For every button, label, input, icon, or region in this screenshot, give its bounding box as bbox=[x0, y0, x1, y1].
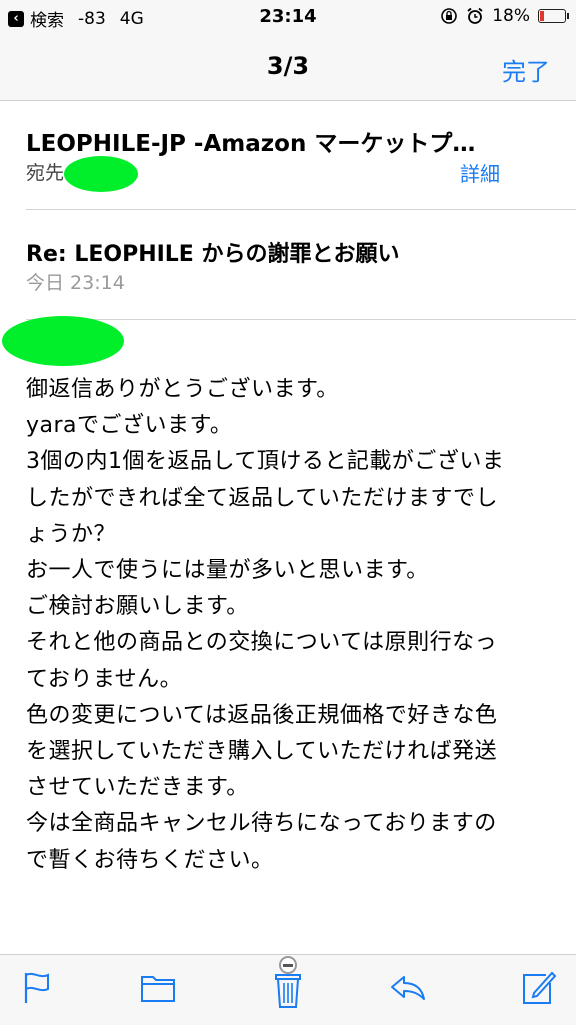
to-label: 宛先 bbox=[26, 162, 65, 184]
body-line: ょうか？ bbox=[26, 521, 117, 547]
body-line: させていただきます。 bbox=[26, 775, 249, 801]
battery-level-fill bbox=[540, 11, 544, 21]
compose-icon[interactable] bbox=[518, 967, 558, 1007]
done-button[interactable]: 完了 bbox=[502, 52, 550, 87]
body-line: で暫くお待ちください。 bbox=[26, 847, 274, 873]
reply-icon[interactable] bbox=[388, 967, 428, 1007]
body-line: を選択していただき購入していただければ発送 bbox=[26, 739, 498, 765]
body-line: ておりません。 bbox=[26, 666, 183, 692]
status-right: 18% bbox=[440, 6, 569, 26]
body-line: したができれば全て返品していただけますでし bbox=[26, 485, 499, 511]
subject-divider bbox=[26, 319, 576, 320]
body-line: 今は全商品キャンセル待ちになっておりますの bbox=[26, 811, 497, 837]
flag-icon[interactable] bbox=[18, 967, 58, 1007]
alarm-icon bbox=[467, 7, 483, 24]
folder-icon[interactable] bbox=[138, 967, 178, 1007]
body-line: yaraでございます。 bbox=[26, 413, 233, 439]
bottom-toolbar bbox=[0, 954, 576, 1025]
message-date: 今日 23:14 bbox=[26, 272, 125, 294]
redacted-recipient bbox=[64, 156, 138, 192]
message-body: 御返信ありがとうございます。 yaraでございます。 3個の内1個を返品して頂けると… bbox=[26, 372, 546, 879]
header-divider bbox=[26, 209, 576, 210]
body-line: ご検討お願いします。 bbox=[26, 594, 249, 620]
message-subject: Re: LEOPHILE からの謝罪とお願い bbox=[26, 242, 400, 267]
trash-icon[interactable] bbox=[266, 955, 310, 1013]
nav-bar: 3/3 完了 bbox=[0, 36, 576, 101]
body-line: 3個の内1個を返品して頂けると記載がございま bbox=[26, 449, 505, 475]
battery-icon bbox=[538, 9, 569, 23]
sender-name: LEOPHILE-JP -Amazon マーケットプ… bbox=[26, 131, 476, 157]
details-link[interactable]: 詳細 bbox=[460, 158, 500, 187]
body-line: お一人で使うには量が多いと思います。 bbox=[26, 558, 429, 584]
status-bar: ‹ 検索 -83 4G 23:14 18% bbox=[0, 0, 576, 36]
redacted-greeting bbox=[2, 316, 124, 366]
battery-percent: 18% bbox=[492, 6, 530, 26]
body-line: それと他の商品との交換については原則行なっ bbox=[26, 630, 498, 656]
message-position-title: 3/3 bbox=[266, 52, 310, 80]
orientation-lock-icon bbox=[441, 8, 458, 24]
body-line: 御返信ありがとうございます。 bbox=[26, 377, 339, 402]
body-line: 色の変更については返品後正規価格で好きな色 bbox=[26, 702, 498, 728]
